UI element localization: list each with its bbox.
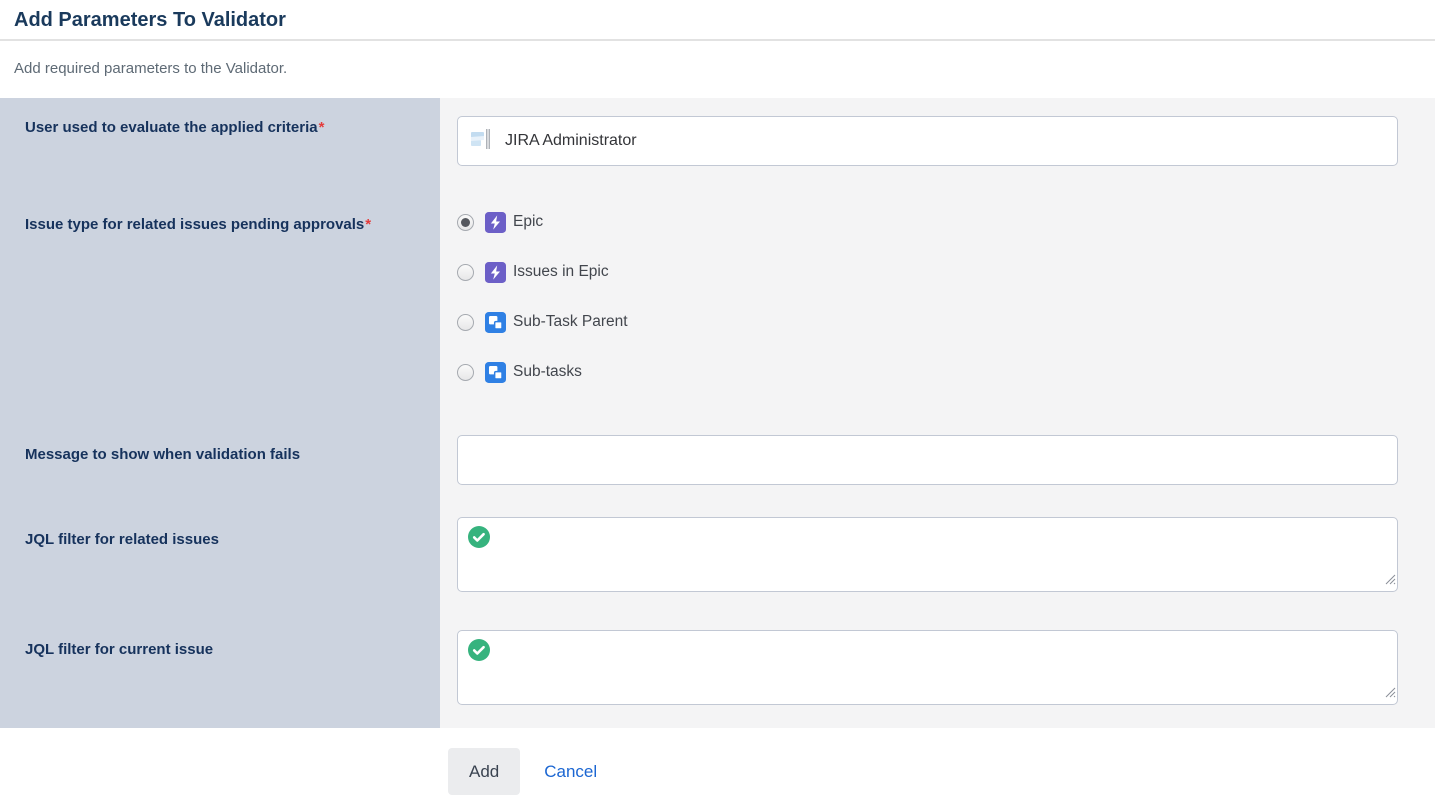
radio-button[interactable] — [457, 264, 474, 281]
field-label-jql-related: JQL filter for related issues — [0, 510, 440, 620]
user-picker-input[interactable]: JIRA Administrator — [457, 116, 1398, 166]
page-title: Add Parameters To Validator — [0, 0, 1435, 41]
field-value-jql-current — [440, 620, 1435, 728]
form-row-message: Message to show when validation fails — [0, 425, 1435, 510]
field-label-jql-current: JQL filter for current issue — [0, 620, 440, 728]
radio-option-subtasks[interactable]: Sub-tasks — [457, 358, 1435, 386]
field-value-user: JIRA Administrator — [440, 98, 1435, 195]
radio-option-subtask-parent[interactable]: Sub-Task Parent — [457, 308, 1435, 336]
field-label-text: Issue type for related issues pending ap… — [25, 216, 364, 233]
resize-grip-icon[interactable] — [1385, 685, 1396, 703]
radio-option-label: Epic — [513, 213, 543, 231]
required-marker: * — [364, 216, 371, 233]
subtask-icon — [485, 312, 506, 333]
epic-icon — [485, 212, 506, 233]
radio-option-label: Sub-Task Parent — [513, 313, 628, 331]
radio-option-epic[interactable]: Epic — [457, 208, 1435, 236]
field-label-text: User used to evaluate the applied criter… — [25, 119, 318, 136]
required-marker: * — [318, 119, 325, 136]
add-button[interactable]: Add — [448, 748, 520, 795]
field-value-jql-related — [440, 510, 1435, 620]
field-label-message: Message to show when validation fails — [0, 425, 440, 510]
field-value-message — [440, 425, 1435, 510]
radio-button[interactable] — [457, 214, 474, 231]
radio-button[interactable] — [457, 364, 474, 381]
add-parameters-to-validator-page: Add Parameters To Validator Add required… — [0, 0, 1435, 808]
radio-option-label: Sub-tasks — [513, 363, 582, 381]
radio-option-issues-in-epic[interactable]: Issues in Epic — [457, 258, 1435, 286]
field-label-user: User used to evaluate the applied criter… — [0, 98, 440, 195]
cancel-link[interactable]: Cancel — [544, 762, 597, 782]
field-label-text: Message to show when validation fails — [25, 446, 300, 463]
user-avatar-broken-image-icon — [470, 128, 494, 155]
subtask-icon — [485, 362, 506, 383]
page-subtitle: Add required parameters to the Validator… — [0, 41, 1435, 77]
field-label-text: JQL filter for current issue — [25, 641, 213, 658]
form-row-jql-current: JQL filter for current issue — [0, 620, 1435, 728]
issue-type-radio-group: Epic Issues in Epic — [457, 208, 1435, 386]
field-label-text: JQL filter for related issues — [25, 531, 219, 548]
check-circle-icon — [468, 639, 490, 661]
resize-grip-icon[interactable] — [1385, 572, 1396, 590]
form-row-jql-related: JQL filter for related issues — [0, 510, 1435, 620]
check-circle-icon — [468, 526, 490, 548]
radio-option-label: Issues in Epic — [513, 263, 609, 281]
user-picker-value: JIRA Administrator — [505, 132, 637, 150]
jql-related-textarea[interactable] — [457, 517, 1398, 592]
epic-icon — [485, 262, 506, 283]
message-input[interactable] — [457, 435, 1398, 485]
field-value-issue-type: Epic Issues in Epic — [440, 195, 1435, 425]
jql-current-textarea[interactable] — [457, 630, 1398, 705]
field-label-issue-type: Issue type for related issues pending ap… — [0, 195, 440, 425]
validator-parameters-form: User used to evaluate the applied criter… — [0, 98, 1435, 728]
radio-button[interactable] — [457, 314, 474, 331]
form-footer: Add Cancel — [0, 728, 1435, 795]
form-row-user: User used to evaluate the applied criter… — [0, 98, 1435, 195]
form-row-issue-type: Issue type for related issues pending ap… — [0, 195, 1435, 425]
